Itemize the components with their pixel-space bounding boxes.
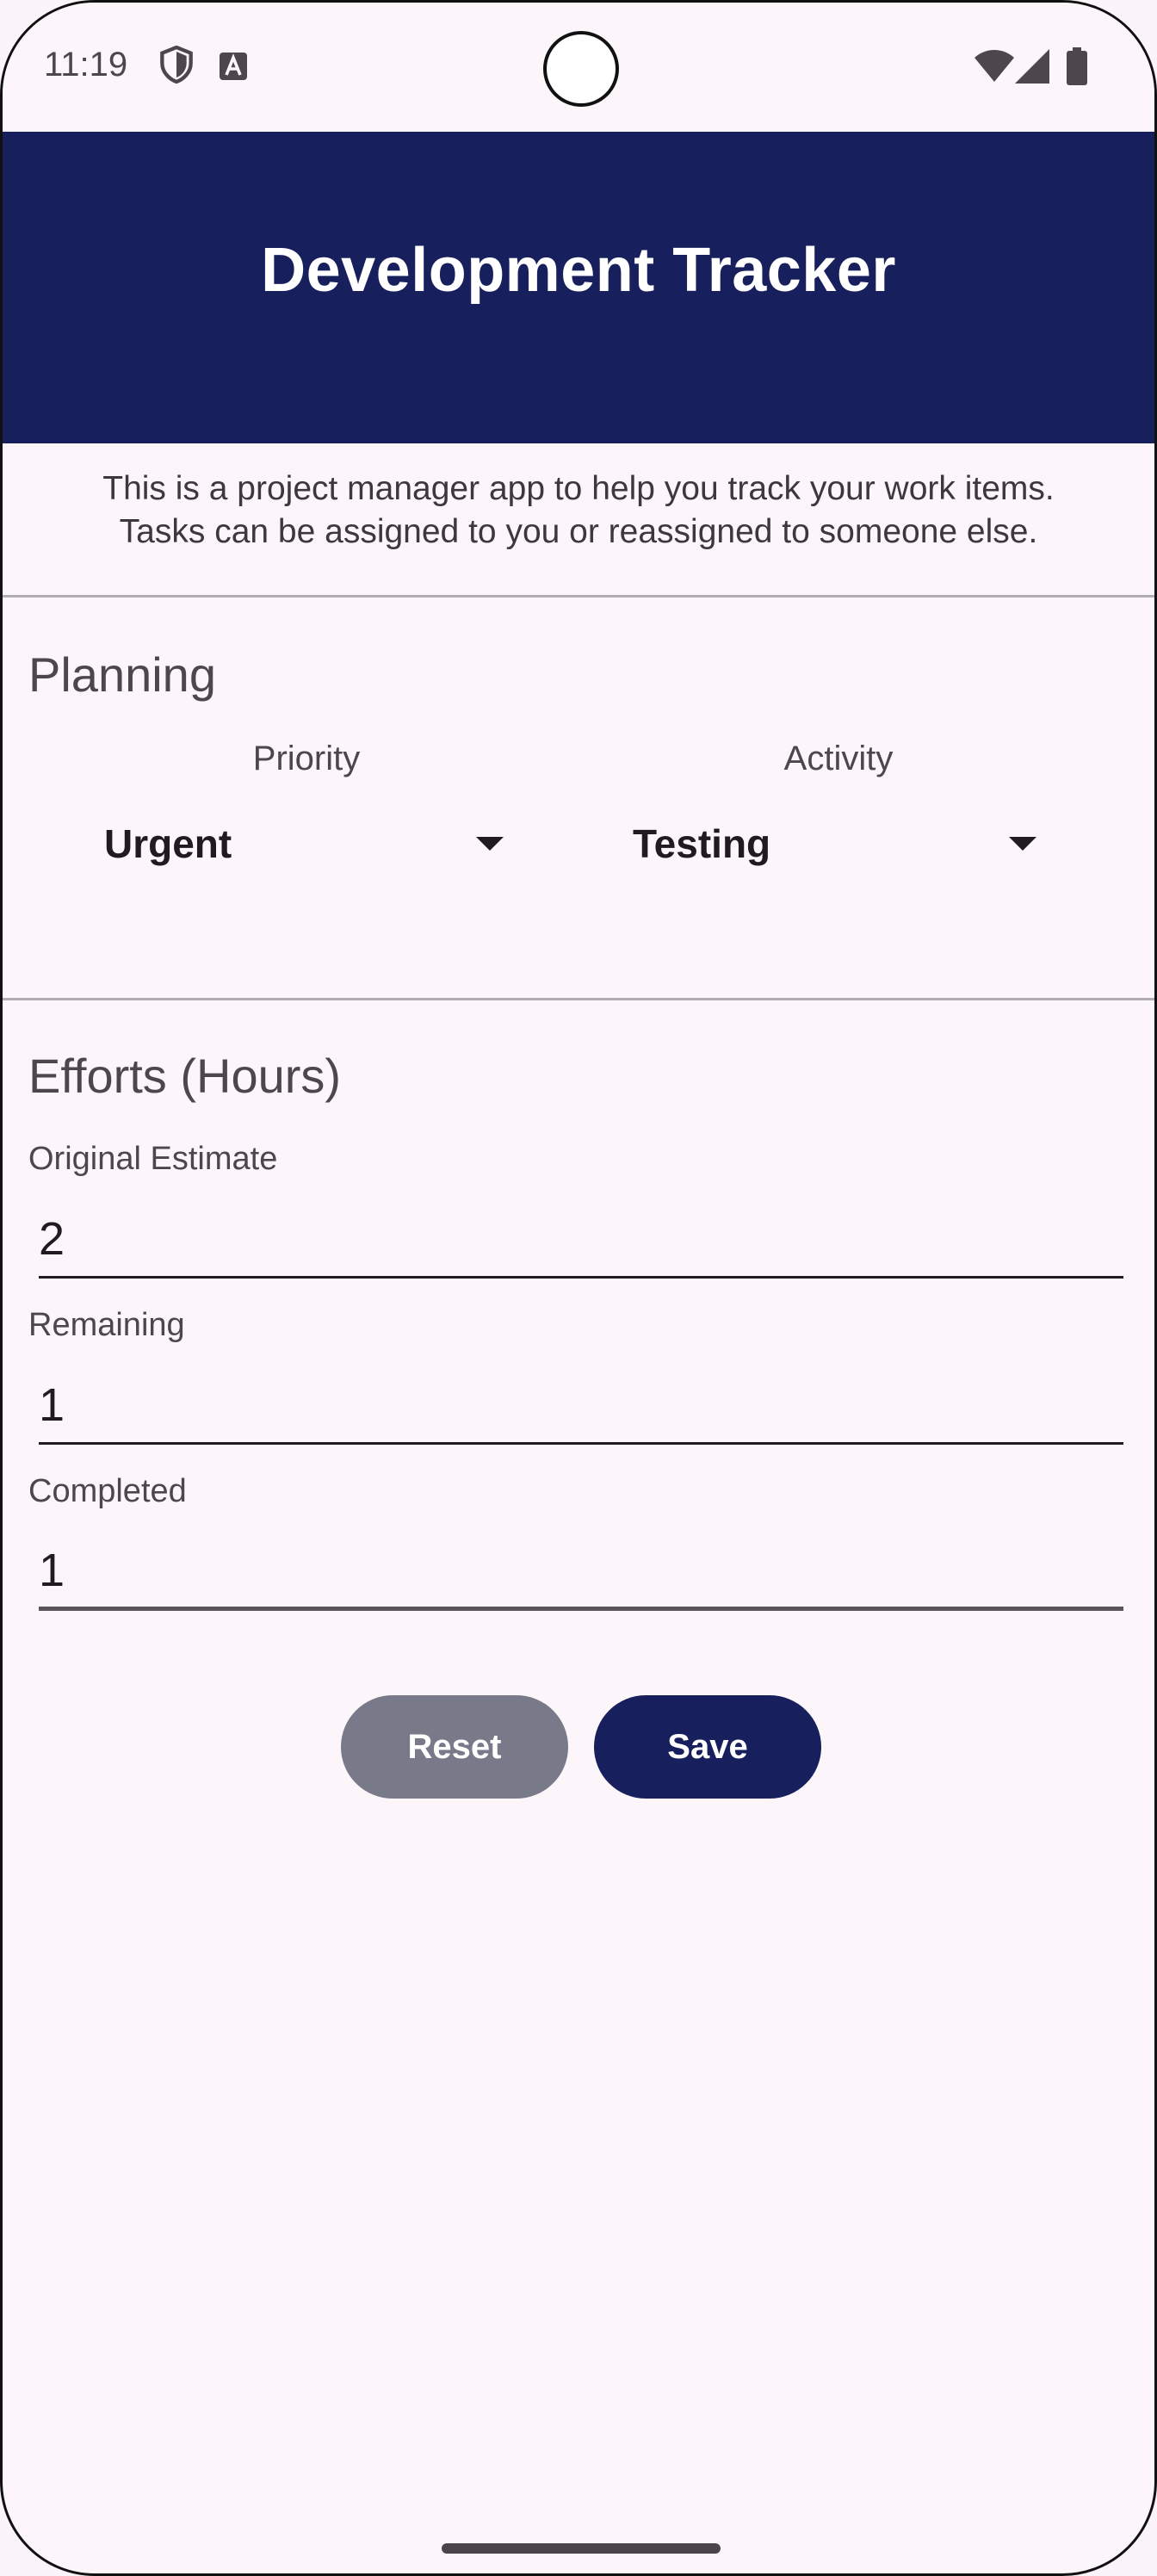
priority-dropdown[interactable]: Urgent — [104, 805, 517, 882]
chevron-down-icon — [476, 837, 504, 851]
divider-top — [3, 595, 1154, 598]
completed-label: Completed — [28, 1473, 187, 1509]
home-indicator[interactable] — [442, 2543, 721, 2554]
efforts-section-title: Efforts (Hours) — [28, 1049, 342, 1103]
completed-field[interactable] — [39, 1533, 1123, 1611]
cell-signal-icon — [1015, 49, 1049, 88]
front-camera — [543, 31, 619, 107]
shield-icon — [159, 45, 194, 88]
remaining-label: Remaining — [28, 1307, 185, 1343]
app-header: Development Tracker — [3, 132, 1154, 443]
chevron-down-icon — [1009, 837, 1036, 851]
phone-screen: 11:19 Development Tracker This is a proj… — [0, 0, 1157, 2576]
divider-middle — [3, 998, 1154, 1000]
battery-icon — [1067, 47, 1087, 90]
app-description: This is a project manager app to help yo… — [3, 468, 1154, 554]
status-time: 11:19 — [44, 46, 128, 84]
activity-value: Testing — [633, 821, 771, 866]
original-estimate-label: Original Estimate — [28, 1141, 278, 1177]
priority-label: Priority — [252, 740, 361, 777]
status-bar: 11:19 — [3, 3, 1154, 132]
original-estimate-input[interactable] — [39, 1201, 1123, 1276]
app-title: Development Tracker — [261, 236, 896, 305]
description-line-1: This is a project manager app to help yo… — [102, 470, 1055, 507]
activity-label: Activity — [783, 740, 894, 777]
wifi-icon — [974, 49, 1015, 88]
reset-button[interactable]: Reset — [341, 1695, 568, 1799]
font-a-icon — [220, 53, 247, 84]
priority-value: Urgent — [104, 821, 232, 866]
activity-dropdown[interactable]: Testing — [633, 805, 1051, 882]
description-line-2: Tasks can be assigned to you or reassign… — [119, 513, 1038, 550]
original-estimate-field[interactable] — [39, 1201, 1123, 1279]
remaining-input[interactable] — [39, 1367, 1123, 1442]
completed-input[interactable] — [39, 1533, 1123, 1607]
save-button[interactable]: Save — [594, 1695, 821, 1799]
planning-section-title: Planning — [28, 647, 216, 702]
remaining-field[interactable] — [39, 1367, 1123, 1445]
